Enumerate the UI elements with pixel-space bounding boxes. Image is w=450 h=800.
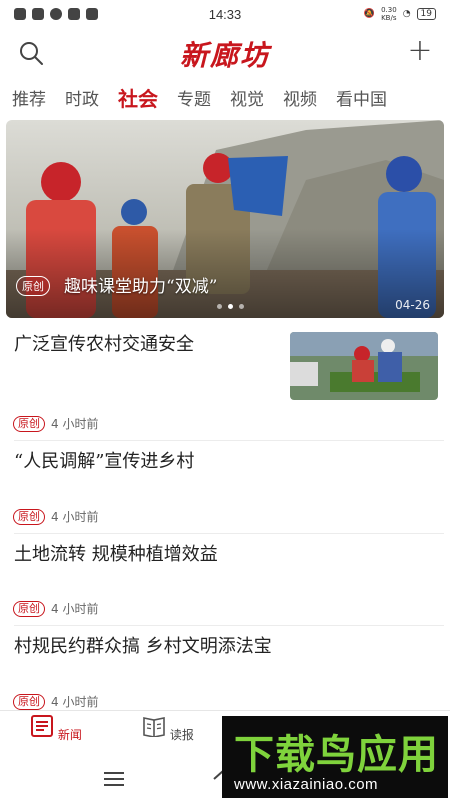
watermark-logo: 下载鸟应用 www.xiazainiao.com [222,716,448,798]
news-time: 4 小时前 [51,510,99,524]
news-meta: 原创 4 小时前 [13,508,98,525]
tab-china[interactable]: 看中国 [336,85,387,110]
watermark-brand: 下载鸟应用 [234,732,439,778]
app-header: 新廊坊 + [0,32,450,76]
nav-label: 读报 [169,728,194,742]
original-tag: 原创 [13,415,45,432]
news-time: 4 小时前 [51,602,99,616]
battery-icon: 19 [416,8,436,20]
search-icon[interactable] [18,40,44,66]
news-thumbnail[interactable] [290,332,438,400]
news-meta: 原创 4 小时前 [13,415,98,432]
wifi-icon: ◔ [402,9,411,19]
news-title[interactable]: 广泛宣传农村交通安全 [14,330,194,356]
tab-recommend[interactable]: 推荐 [12,85,46,110]
watermark-url: www.xiazainiao.com [234,776,379,793]
news-title[interactable]: “人民调解”宣传进乡村 [14,447,194,473]
nav-news[interactable]: 新闻 [26,715,86,743]
net-speed: 0.30 KB/s [381,6,397,22]
news-title[interactable]: 村规民约群众搞 乡村文明添法宝 [14,632,272,658]
hero-caption: 趣味课堂助力“双减” [64,277,218,297]
hero-carousel[interactable]: 原创 趣味课堂助力“双减” 04-26 [6,120,444,318]
tab-video[interactable]: 视频 [283,85,317,110]
carousel-indicator [217,304,244,309]
carousel-dot [217,304,222,309]
nav-label: 新闻 [57,728,82,742]
tab-topics[interactable]: 专题 [177,85,211,110]
notification-icon [68,8,80,20]
divider [14,440,444,441]
news-title[interactable]: 土地流转 规模种植增效益 [14,540,218,566]
original-tag: 原创 [13,508,45,525]
nav-newspaper[interactable]: 读报 [138,715,198,743]
app-logo: 新廊坊 [179,39,271,72]
tab-society[interactable]: 社会 [118,83,158,112]
notification-icon [32,8,44,20]
divider [14,533,444,534]
thumbnail-image [290,332,438,400]
carousel-dot [239,304,244,309]
hero-date: 04-26 [395,298,430,312]
tab-visual[interactable]: 视觉 [230,85,264,110]
channel-tabs: 推荐 时政 社会 专题 视觉 视频 看中国 [0,80,450,114]
divider [14,625,444,626]
newspaper-icon [143,717,165,738]
status-time: 14:33 [208,6,242,22]
status-icons-right: 🔕 0.30 KB/s ◔ 19 [364,6,436,22]
original-tag: 原创 [16,276,50,296]
mute-icon: 🔕 [363,9,376,19]
carousel-dot [228,304,233,309]
notification-icon [14,8,26,20]
news-meta: 原创 4 小时前 [13,600,98,617]
news-icon [31,715,54,737]
status-bar: 14:33 🔕 0.30 KB/s ◔ 19 [0,0,450,28]
original-tag: 原创 [13,600,45,617]
original-tag: 原创 [13,693,45,710]
menu-icon[interactable] [104,772,124,786]
status-icons-left [14,8,98,20]
news-meta: 原创 4 小时前 [13,693,98,710]
tab-politics[interactable]: 时政 [65,85,99,110]
news-time: 4 小时前 [51,695,99,709]
news-time: 4 小时前 [51,417,99,431]
plus-icon[interactable]: + [406,36,434,66]
notification-icon [86,8,98,20]
notification-icon [50,8,62,20]
